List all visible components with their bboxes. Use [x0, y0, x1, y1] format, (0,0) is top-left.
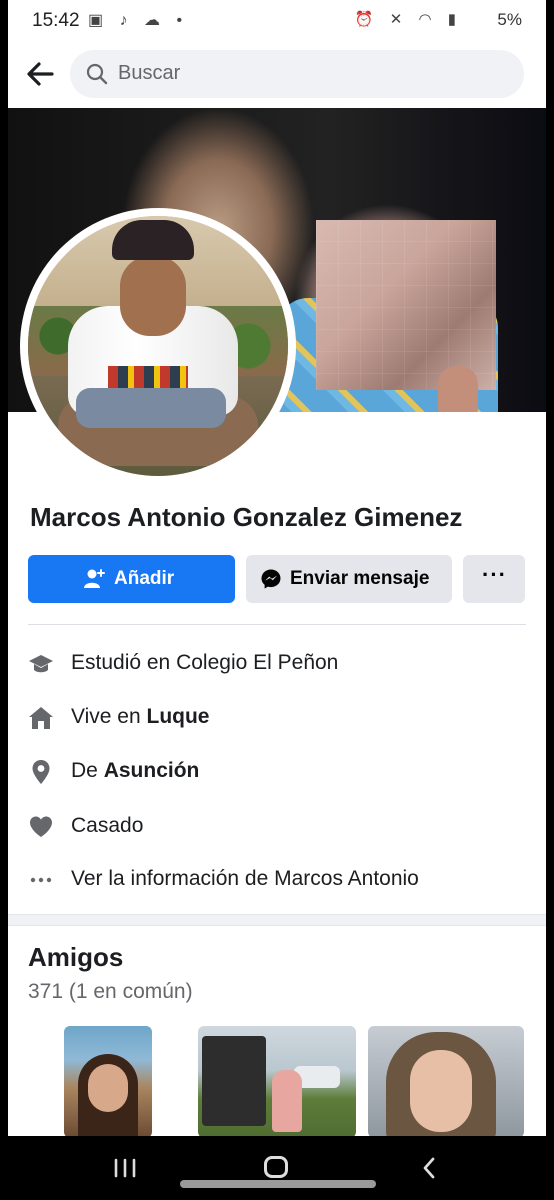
avatar-face — [120, 256, 186, 336]
messenger-icon — [261, 569, 281, 589]
friend-thumbnail-face — [88, 1064, 128, 1112]
section-separator — [8, 914, 546, 926]
send-message-label: Enviar mensaje — [290, 568, 430, 589]
profile-picture-image — [28, 216, 288, 476]
info-lives-in-city[interactable]: Luque — [147, 705, 210, 728]
home-icon — [29, 707, 53, 729]
friend-thumbnail-face — [410, 1050, 472, 1132]
status-system-icons: ⏰ ✕ ◠ ▮ — [354, 11, 462, 28]
battery-level: 5% — [497, 10, 522, 29]
info-education: Estudió en Colegio El Peñon — [28, 643, 528, 683]
top-bar: Buscar — [8, 42, 546, 106]
friends-count: 371 (1 en común) — [28, 980, 193, 1003]
friend-thumbnail-person — [272, 1070, 302, 1132]
home-icon[interactable] — [264, 1156, 288, 1178]
friend-thumbnail[interactable] — [368, 1026, 524, 1136]
more-options-icon: ··· — [482, 562, 507, 587]
info-relationship-text: Casado — [71, 814, 144, 837]
info-see-more[interactable]: Ver la información de Marcos Antonio — [28, 859, 528, 899]
info-education-text: Estudió en Colegio El Peñon — [71, 651, 339, 674]
system-navigation-bar — [0, 1136, 554, 1200]
more-options-button[interactable]: ··· — [463, 555, 525, 603]
divider — [28, 624, 526, 625]
status-notification-icons: ▣ ♪ ☁ • — [88, 12, 189, 29]
search-icon — [86, 63, 108, 85]
friends-title[interactable]: Amigos — [28, 942, 123, 973]
info-from: De Asunción — [28, 751, 528, 791]
avatar-shorts — [76, 388, 226, 428]
avatar-cap — [112, 220, 194, 260]
profile-name: Marcos Antonio Gonzalez Gimenez — [30, 502, 463, 532]
add-friend-icon — [84, 569, 105, 588]
status-time: 15:42 — [32, 10, 80, 31]
ellipsis-icon — [30, 877, 52, 883]
profile-picture[interactable] — [20, 208, 296, 484]
info-relationship: Casado — [28, 806, 528, 846]
cover-photo-pixelated-face — [316, 220, 496, 390]
location-pin-icon — [32, 760, 50, 784]
add-friend-button[interactable]: Añadir — [28, 555, 235, 603]
info-see-more-text: Ver la información de Marcos Antonio — [71, 867, 419, 890]
send-message-button[interactable]: Enviar mensaje — [246, 555, 452, 603]
search-placeholder: Buscar — [118, 62, 181, 84]
app-screen: 15:42 ▣ ♪ ☁ • ⏰ ✕ ◠ ▮ 5% Buscar Marcos A… — [8, 0, 546, 1136]
info-lives-in: Vive en Luque — [28, 697, 528, 737]
friend-thumbnail-trailer — [202, 1036, 266, 1126]
home-indicator[interactable] — [180, 1180, 376, 1188]
info-lives-in-prefix: Vive en — [71, 705, 147, 728]
graduation-cap-icon — [29, 655, 53, 673]
cover-photo-hand — [438, 366, 478, 412]
back-arrow-icon[interactable] — [22, 56, 58, 92]
info-from-prefix: De — [71, 759, 104, 782]
back-chevron-icon[interactable] — [418, 1156, 442, 1180]
friend-thumbnail[interactable] — [64, 1026, 152, 1136]
status-bar: 15:42 ▣ ♪ ☁ • ⏰ ✕ ◠ ▮ 5% — [8, 0, 546, 42]
friend-thumbnail[interactable] — [198, 1026, 356, 1136]
search-input[interactable]: Buscar — [70, 50, 524, 98]
heart-icon — [30, 816, 52, 837]
add-friend-label: Añadir — [114, 568, 175, 589]
info-from-text: De Asunción — [71, 759, 199, 783]
info-from-city[interactable]: Asunción — [104, 759, 200, 782]
info-lives-in-text: Vive en Luque — [71, 705, 210, 729]
recent-apps-icon[interactable] — [112, 1158, 138, 1178]
